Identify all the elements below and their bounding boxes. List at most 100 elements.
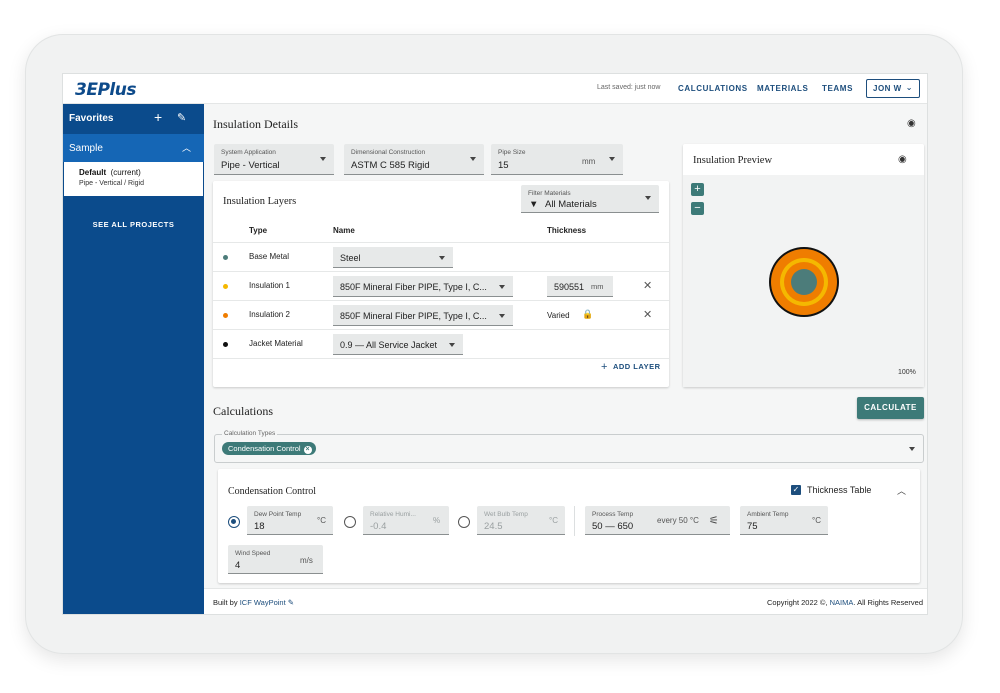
dew-point-radio[interactable]: [228, 516, 240, 528]
naima-link[interactable]: NAIMA: [830, 598, 854, 607]
project-sample[interactable]: Sample ︿: [63, 134, 204, 162]
process-temp-step: every 50 °C: [657, 516, 699, 525]
eye-icon[interactable]: ◉: [898, 154, 907, 165]
eye-icon[interactable]: ◉: [907, 118, 916, 129]
layer-material-value: 850F Mineral Fiber PIPE, Type I, C...: [340, 282, 487, 292]
layer-type: Insulation 1: [249, 281, 290, 290]
top-bar: 3EPlus Last saved: just now CALCULATIONS…: [63, 74, 927, 104]
scenario-description: Pipe - Vertical / Rigid: [79, 180, 144, 187]
zoom-in-button[interactable]: +: [691, 183, 704, 196]
user-name: JON W: [873, 84, 902, 93]
condensation-control-card: Condensation Control ✓ Thickness Table ︿…: [218, 469, 920, 583]
wet-bulb-input[interactable]: Wet Bulb Temp 24.5 °C: [477, 506, 565, 535]
remove-layer-icon[interactable]: ✕: [643, 279, 652, 292]
lock-icon: 🔒: [582, 309, 594, 319]
nav-calculations[interactable]: CALCULATIONS: [678, 84, 748, 93]
project-name: Sample: [69, 143, 103, 154]
dimensional-construction-label: Dimensional Construction: [351, 149, 426, 156]
nav-materials[interactable]: MATERIALS: [757, 84, 808, 93]
current-scenario[interactable]: Default (current) Pipe - Vertical / Rigi…: [64, 162, 203, 196]
layer-thickness-unit: mm: [591, 282, 604, 291]
app-logo[interactable]: 3EPlus: [75, 80, 136, 100]
column-type: Type: [249, 226, 268, 235]
condensation-control-title: Condensation Control: [228, 486, 317, 497]
humidity-value: -0.4: [370, 521, 387, 532]
wet-bulb-unit: °C: [549, 516, 558, 525]
process-temp-input[interactable]: Process Temp 50 — 650 every 50 °C ⚟: [585, 506, 730, 535]
column-thickness: Thickness: [547, 226, 587, 235]
wet-bulb-value: 24.5: [484, 521, 503, 532]
ambient-temp-value: 75: [747, 521, 758, 532]
dew-point-input[interactable]: Dew Point Temp 18 °C: [247, 506, 333, 535]
layer-type: Jacket Material: [249, 339, 303, 348]
built-by: Built by ICF WayPoint ✎: [213, 598, 294, 607]
rights-text: . All Rights Reserved: [853, 598, 923, 607]
last-saved-status: Last saved: just now: [597, 84, 661, 91]
chevron-up-icon[interactable]: ︿: [897, 484, 906, 497]
copyright-text: Copyright 2022 ©,: [766, 598, 828, 607]
layer-color-dot: [223, 284, 228, 289]
layer-type: Insulation 2: [249, 310, 290, 319]
calc-type-chip[interactable]: Condensation Control ×: [222, 442, 316, 455]
tune-icon[interactable]: ⚟: [709, 514, 719, 527]
wet-bulb-label: Wet Bulb Temp: [484, 511, 528, 518]
calculation-types-select[interactable]: Calculation Types Condensation Control ×: [214, 430, 924, 463]
caret-down-icon: [320, 157, 326, 161]
layer-material-select[interactable]: Steel: [333, 247, 453, 268]
wet-bulb-radio[interactable]: [458, 516, 470, 528]
system-application-value: Pipe - Vertical: [221, 160, 280, 171]
system-application-select[interactable]: System Application Pipe - Vertical: [214, 144, 334, 175]
humidity-radio[interactable]: [344, 516, 356, 528]
add-layer-button[interactable]: + ADD LAYER: [601, 360, 661, 373]
caret-down-icon: [909, 447, 915, 451]
filter-materials-value: All Materials: [545, 199, 597, 210]
add-favorite-icon[interactable]: +: [154, 109, 162, 125]
built-by-link[interactable]: ICF WayPoint: [240, 598, 286, 607]
dimensional-construction-select[interactable]: Dimensional Construction ASTM C 585 Rigi…: [344, 144, 484, 175]
layer-color-dot: [223, 313, 228, 318]
ambient-temp-input[interactable]: Ambient Temp 75 °C: [740, 506, 828, 535]
layer-row-jacket: Jacket Material 0.9 — All Service Jacket: [213, 329, 669, 358]
pipe-size-unit: mm: [582, 157, 596, 166]
wind-speed-input[interactable]: Wind Speed 4 m/s: [228, 545, 323, 574]
wind-speed-value: 4: [235, 560, 241, 571]
chevron-down-icon: ⌄: [905, 83, 913, 92]
column-name: Name: [333, 226, 355, 235]
chip-remove-icon[interactable]: ×: [303, 446, 312, 454]
pipe-size-select[interactable]: Pipe Size 15 mm: [491, 144, 623, 175]
add-layer-label: ADD LAYER: [612, 362, 661, 371]
thickness-table-label: Thickness Table: [807, 485, 872, 495]
humidity-unit: %: [433, 516, 441, 525]
layer-material-select[interactable]: 850F Mineral Fiber PIPE, Type I, C...: [333, 276, 513, 297]
thickness-table-checkbox[interactable]: ✓: [791, 485, 801, 495]
layer-thickness-input[interactable]: 590551 mm: [547, 276, 613, 297]
layer-material-select[interactable]: 850F Mineral Fiber PIPE, Type I, C...: [333, 305, 513, 326]
caret-down-icon: [609, 157, 615, 161]
chevron-up-icon[interactable]: ︿: [182, 141, 191, 154]
external-link-icon[interactable]: ✎: [288, 598, 294, 607]
calculate-button[interactable]: CALCULATE: [857, 397, 924, 419]
field-divider: [574, 506, 575, 536]
edit-pencil-icon[interactable]: ✎: [177, 111, 186, 124]
filter-materials-select[interactable]: Filter Materials ▼ All Materials: [521, 185, 659, 213]
zoom-out-button[interactable]: −: [691, 202, 704, 215]
insulation-details-title: Insulation Details: [213, 117, 298, 131]
app-window: 3EPlus Last saved: just now CALCULATIONS…: [63, 74, 927, 614]
layer-material-select[interactable]: 0.9 — All Service Jacket: [333, 334, 463, 355]
user-menu-button[interactable]: JON W ⌄: [866, 79, 920, 98]
caret-down-icon: [439, 256, 445, 260]
insulation-preview-card: Insulation Preview ◉ + − 100%: [683, 144, 924, 387]
main-content: Insulation Details ◉ System Application …: [204, 104, 927, 614]
see-all-projects-link[interactable]: SEE ALL PROJECTS: [63, 220, 204, 229]
insulation-layers-title: Insulation Layers: [223, 196, 297, 207]
relative-humidity-input[interactable]: Relative Humi... -0.4 %: [363, 506, 449, 535]
layer-type: Base Metal: [249, 252, 290, 261]
remove-layer-icon[interactable]: ✕: [643, 308, 652, 321]
layer-color-dot: [223, 255, 228, 260]
caret-down-icon: [645, 196, 651, 200]
process-temp-label: Process Temp: [592, 511, 634, 518]
dew-point-unit: °C: [317, 516, 326, 525]
nav-teams[interactable]: TEAMS: [822, 84, 853, 93]
humidity-label: Relative Humi...: [370, 511, 416, 518]
pipe-core: [791, 269, 817, 295]
